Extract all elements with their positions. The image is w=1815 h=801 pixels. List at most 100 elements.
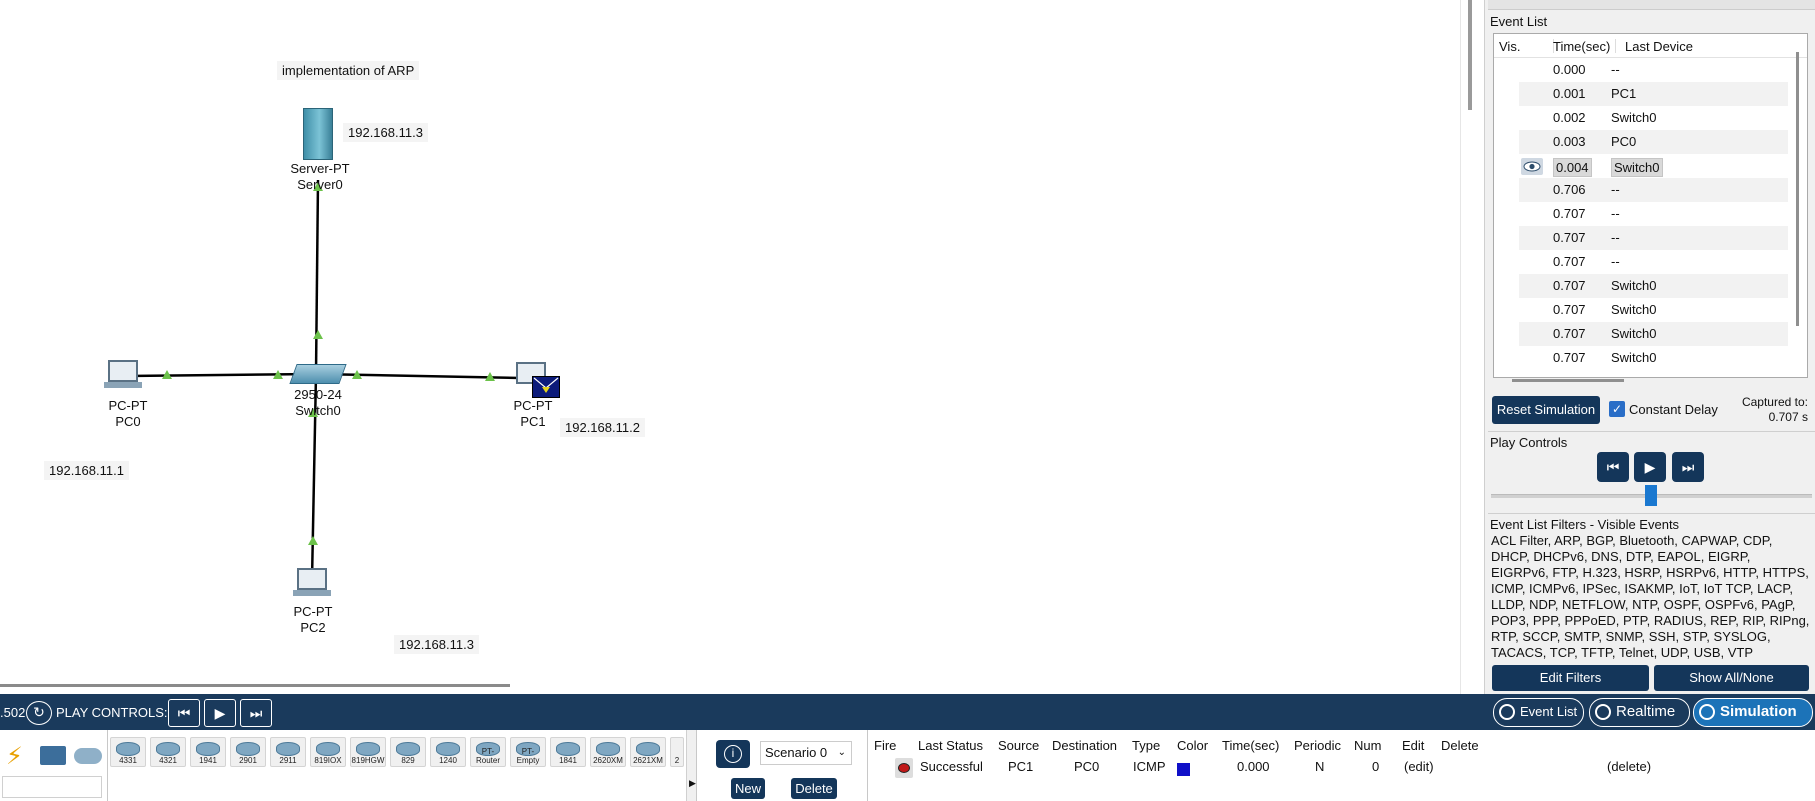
router-model-label: 1240 [439,756,457,765]
folder-icon[interactable] [40,746,66,765]
topology-links [121,179,521,581]
scenario-select[interactable]: Scenario 0 ⌄ [760,741,852,765]
note-title[interactable]: implementation of ARP [277,61,420,80]
pdu-num: 0 [1372,759,1380,774]
event-list-table[interactable]: Vis. Time(sec) Last Device 0.000 -- 0.001 P… [1493,33,1808,378]
event-row[interactable]: 0.707 -- [1519,250,1788,274]
constant-delay-label: Constant Delay [1629,402,1718,417]
play-icon[interactable]: ▶ [1634,452,1666,482]
tab-event-list[interactable]: Event List [1493,698,1584,727]
event-row[interactable]: 0.707 Switch0 [1519,322,1788,346]
pc0-ip-note[interactable]: 192.168.11.1 [44,461,129,480]
bottom-toolbar: .502 ↻ PLAY CONTROLS: ⏮ ▶ ⏭ Event List R… [0,694,1815,730]
router-model-icon[interactable]: 829 [390,737,426,767]
tab-simulation[interactable]: Simulation [1693,698,1813,727]
sim-time: .502 [0,705,26,720]
event-row[interactable]: 0.707 Switch0 [1519,274,1788,298]
pdu-col-header: Delete [1441,738,1479,753]
router-model-icon[interactable]: 2901 [230,737,266,767]
router-model-icon[interactable]: 1941 [190,737,226,767]
router-model-icon[interactable]: 2 [670,737,684,767]
router-model-icon[interactable]: 1240 [430,737,466,767]
router-model-icon[interactable]: 4331 [110,737,146,767]
vertical-scroll-thumb[interactable] [1468,0,1472,110]
router-model-label: 4321 [159,756,177,765]
event-device: Switch0 [1611,158,1663,177]
delete-scenario-button[interactable]: Delete [791,778,837,799]
router-model-icon[interactable]: PT-Empty [510,737,546,767]
device-search-field[interactable] [2,776,102,798]
reset-simulation-button[interactable]: Reset Simulation [1492,396,1600,424]
play-icon[interactable]: ▶ [204,699,236,727]
router-model-icon[interactable]: PT-Router [470,737,506,767]
pdu-edit-link[interactable]: (edit) [1404,759,1434,774]
event-device: -- [1611,182,1620,197]
router-model-icon[interactable]: 1841 [550,737,586,767]
router-model-icon[interactable]: 2911 [270,737,306,767]
pc-icon[interactable] [297,568,327,590]
cloud-icon[interactable] [74,748,102,764]
server-ip-note[interactable]: 192.168.11.3 [343,123,428,142]
router-model-label: 819IOX [314,756,342,765]
event-list-hscroll[interactable] [1512,379,1624,382]
skip-back-icon[interactable]: ⏮ [168,699,200,727]
skip-back-icon[interactable]: ⏮ [1597,452,1629,482]
switch-icon[interactable] [289,364,347,384]
event-row[interactable]: 0.000 -- [1519,58,1788,82]
event-list-vscroll[interactable] [1796,52,1799,326]
pc1-ip-note[interactable]: 192.168.11.2 [560,418,645,437]
event-row[interactable]: 0.001 PC1 [1519,82,1788,106]
pdu-delete-link[interactable]: (delete) [1607,759,1651,774]
pc-icon[interactable] [108,360,138,382]
panel-collapse-handle[interactable]: ▶ [686,730,696,801]
pc0-type: PC-PT [108,398,148,413]
event-row[interactable]: 0.004 Switch0 [1519,154,1788,178]
server-icon[interactable] [303,108,333,160]
event-time: 0.707 [1553,302,1586,317]
pc1-type: PC-PT [513,398,553,413]
logical-workspace[interactable]: implementation of ARP Server-PT Server0 … [0,0,1472,694]
divider [867,730,868,801]
event-row[interactable]: 0.706 -- [1519,178,1788,202]
pdu-col-header: Edit [1402,738,1425,753]
panel-top-strip [1488,0,1815,10]
edit-filters-button[interactable]: Edit Filters [1492,665,1649,691]
new-scenario-button[interactable]: New [731,778,765,799]
info-button[interactable]: i [716,740,750,768]
router-model-label: 1841 [559,756,577,765]
tab-realtime[interactable]: Realtime [1589,698,1690,727]
pdu-color-swatch [1177,763,1190,776]
horizontal-scroll-thumb[interactable] [0,684,510,687]
event-row[interactable]: 0.707 Switch0 [1519,346,1788,370]
event-time: 0.707 [1553,230,1586,245]
router-model-icon[interactable]: 2621XM [630,737,666,767]
pc2-ip-note[interactable]: 192.168.11.3 [394,635,479,654]
event-row[interactable]: 0.002 Switch0 [1519,106,1788,130]
router-model-label: 2 [674,756,680,765]
skip-forward-icon[interactable]: ⏭ [240,699,272,727]
event-row[interactable]: 0.707 -- [1519,202,1788,226]
play-speed-thumb[interactable] [1645,485,1657,506]
router-icon [356,742,380,756]
event-device: Switch0 [1611,302,1657,317]
router-model-icon[interactable]: 819IOX [310,737,346,767]
envelope-icon[interactable] [532,376,560,398]
constant-delay-checkbox[interactable]: ✓ [1609,401,1625,417]
show-all-none-button[interactable]: Show All/None [1654,665,1809,691]
event-row[interactable]: 0.707 Switch0 [1519,298,1788,322]
event-row[interactable]: 0.003 PC0 [1519,130,1788,154]
event-row[interactable]: 0.707 -- [1519,226,1788,250]
reset-clock-icon[interactable]: ↻ [26,701,52,725]
router-model-icon[interactable]: 819HGW [350,737,386,767]
router-icon [116,742,140,756]
fire-icon[interactable] [895,758,913,778]
eye-icon[interactable] [1521,158,1543,175]
connections-icon[interactable]: ⚡ [6,742,23,771]
skip-forward-icon[interactable]: ⏭ [1672,452,1704,482]
router-model-icon[interactable]: 4321 [150,737,186,767]
captured-info: Captured to: 0.707 s [1726,395,1808,425]
router-model-icon[interactable]: 2620XM [590,737,626,767]
event-time: 0.707 [1553,254,1586,269]
keyboard-shape [293,590,331,596]
router-icon [196,742,220,756]
